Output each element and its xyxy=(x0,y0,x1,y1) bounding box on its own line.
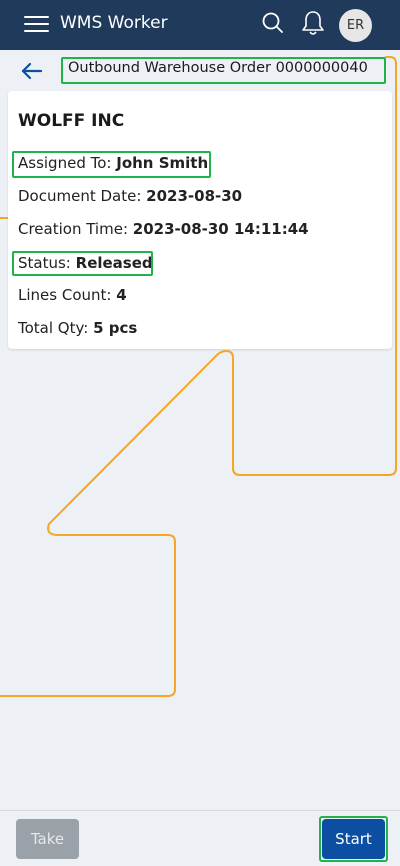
field-value: 2023-08-30 14:11:44 xyxy=(132,220,309,238)
search-icon[interactable] xyxy=(260,10,286,36)
take-button[interactable]: Take xyxy=(16,819,79,859)
creation-time-row: Creation Time: 2023-08-30 14:11:44 xyxy=(18,220,309,238)
back-arrow-icon[interactable] xyxy=(20,60,44,82)
menu-icon[interactable] xyxy=(24,14,50,34)
document-date-row: Document Date: 2023-08-30 xyxy=(18,187,242,205)
highlight-box-status xyxy=(12,251,153,276)
highlight-box-start xyxy=(319,816,388,862)
field-value: 4 xyxy=(116,286,127,304)
company-name: WOLFF INC xyxy=(18,111,125,131)
bell-icon[interactable] xyxy=(300,9,326,37)
field-value: 5 pcs xyxy=(93,319,138,337)
highlight-box-assigned xyxy=(12,151,211,178)
field-value: 2023-08-30 xyxy=(146,187,243,205)
highlight-box-title xyxy=(61,57,386,84)
app-bar: WMS Worker ER xyxy=(0,0,400,50)
total-qty-row: Total Qty: 5 pcs xyxy=(18,319,137,337)
lines-count-row: Lines Count: 4 xyxy=(18,286,127,304)
field-label: Creation Time: xyxy=(18,220,128,238)
app-title: WMS Worker xyxy=(60,13,168,33)
avatar[interactable]: ER xyxy=(339,9,372,42)
field-label: Document Date: xyxy=(18,187,142,205)
field-label: Lines Count: xyxy=(18,286,112,304)
field-label: Total Qty: xyxy=(18,319,89,337)
